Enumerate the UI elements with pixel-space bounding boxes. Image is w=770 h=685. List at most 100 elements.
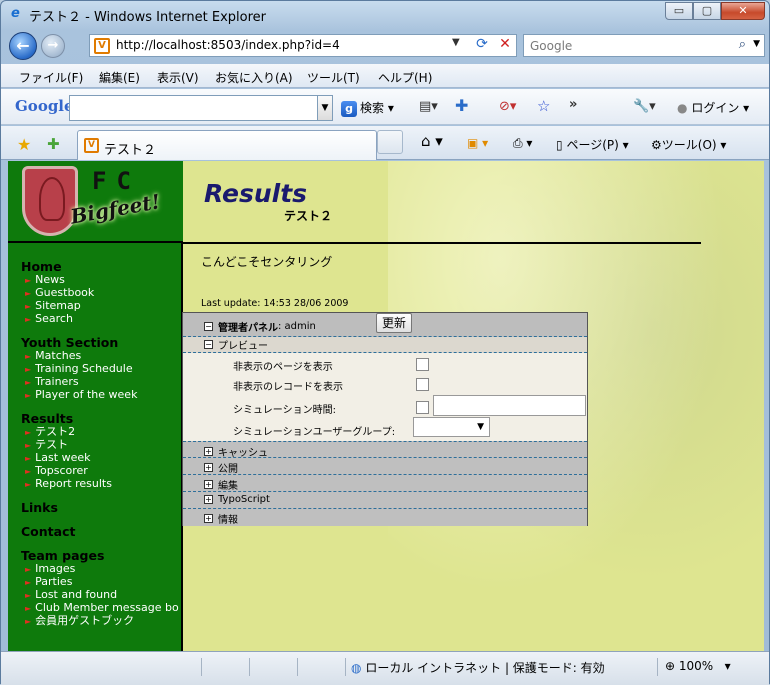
- section-info[interactable]: + 情報: [183, 509, 587, 526]
- admin-panel: − 管理者パネル: admin 更新 − プレビュー 非表示のページを表示 非表示の…: [182, 312, 588, 526]
- google-login[interactable]: ● ログイン ▾: [677, 99, 749, 116]
- nav-item[interactable]: ► Player of the week: [21, 389, 183, 402]
- forward-button[interactable]: →: [41, 34, 65, 58]
- expand-icon[interactable]: +: [204, 463, 213, 472]
- update-button[interactable]: 更新: [376, 313, 412, 333]
- login-circle-icon: ●: [677, 101, 688, 115]
- expand-icon[interactable]: +: [204, 495, 213, 504]
- popup-blocker-icon[interactable]: ⊘▾: [499, 99, 516, 114]
- simulation-time-checkbox[interactable]: [416, 401, 429, 414]
- search-placeholder[interactable]: Google: [530, 39, 572, 53]
- expand-icon[interactable]: +: [204, 480, 213, 489]
- wrench-settings-icon[interactable]: 🔧▾: [633, 99, 656, 114]
- search-box[interactable]: Google ⌕ ▼: [523, 34, 765, 57]
- refresh-icon[interactable]: ⟳: [471, 36, 493, 55]
- add-button-icon[interactable]: ✚: [455, 96, 468, 115]
- nav-item-label: Player of the week: [35, 388, 138, 401]
- nav-item-label: Sitemap: [35, 299, 81, 312]
- section-publish[interactable]: + 公開: [183, 458, 587, 475]
- section-cache[interactable]: + キャッシュ: [183, 441, 587, 459]
- stop-icon[interactable]: ✕: [495, 36, 515, 55]
- title-bar: e テスト２ - Windows Internet Explorer ▭ ▢ ✕: [1, 1, 769, 29]
- menu-favorites[interactable]: お気に入り(A): [215, 69, 293, 86]
- site-favicon-icon: V: [94, 38, 110, 54]
- ie-logo-icon: e: [11, 6, 20, 21]
- window-title: テスト２ - Windows Internet Explorer: [29, 10, 266, 25]
- menu-bar: ファイル(F) 編集(E) 表示(V) お気に入り(A) ツール(T) ヘルプ(…: [1, 64, 769, 88]
- page-menu[interactable]: ▯ ページ(P) ▾: [556, 136, 629, 153]
- address-url[interactable]: http://localhost:8503/index.php?id=4: [116, 38, 340, 52]
- intro-text: こんどこそセンタリング: [201, 255, 333, 269]
- nav-item-label: Lost and found: [35, 588, 118, 601]
- google-search-dropdown[interactable]: ▼: [317, 95, 333, 121]
- arrow-right-icon: ►: [25, 467, 32, 476]
- nav-item-label: Training Schedule: [35, 362, 133, 375]
- close-button[interactable]: ✕: [721, 2, 765, 20]
- search-dropdown-icon[interactable]: ▼: [753, 39, 760, 49]
- nav-item-label: 会員用ゲストブック: [35, 614, 135, 627]
- nav-section-title[interactable]: Contact: [21, 524, 183, 539]
- toolbar-more-chevron[interactable]: »: [569, 97, 577, 112]
- collapse-icon[interactable]: −: [204, 322, 213, 331]
- security-zone[interactable]: ◍ ローカル イントラネット | 保護モード: 有効: [351, 659, 605, 676]
- feeds-icon[interactable]: ▣ ▾: [467, 136, 488, 150]
- search-icon[interactable]: ⌕: [739, 37, 746, 52]
- login-label: ログイン: [691, 101, 740, 115]
- menu-file[interactable]: ファイル(F): [19, 69, 83, 86]
- page-icon: ▯: [556, 138, 563, 152]
- chevron-down-icon: ▼: [477, 422, 484, 432]
- preview-section[interactable]: − プレビュー: [183, 337, 587, 353]
- google-search-input[interactable]: [69, 95, 319, 121]
- simulation-usergroup-select[interactable]: ▼: [413, 417, 490, 437]
- arrow-right-icon: ►: [25, 578, 32, 587]
- news-icon[interactable]: ▤▾: [419, 99, 438, 114]
- favorites-star-icon[interactable]: ★: [17, 135, 31, 154]
- google-search-button[interactable]: g 検索 ▾: [341, 99, 394, 117]
- print-icon[interactable]: ⎙ ▾: [513, 136, 532, 151]
- nav-item-label: Parties: [35, 575, 73, 588]
- nav-item[interactable]: ► Search: [21, 313, 183, 326]
- nav-section-title[interactable]: Results: [21, 411, 183, 426]
- bookmark-star-icon[interactable]: ☆: [537, 97, 550, 115]
- arrow-right-icon: ►: [25, 617, 32, 626]
- show-hidden-records-checkbox[interactable]: [416, 378, 429, 391]
- section-edit[interactable]: + 編集: [183, 475, 587, 492]
- logo-fc: FC: [92, 167, 141, 195]
- zoom-control[interactable]: ⊕ 100% ▾: [665, 659, 731, 673]
- nav-section-title[interactable]: Youth Section: [21, 335, 183, 350]
- nav-item[interactable]: ► Report results: [21, 478, 183, 491]
- minimize-button[interactable]: ▭: [665, 2, 693, 20]
- gear-icon: ⚙: [651, 138, 662, 152]
- status-divider: [657, 658, 658, 676]
- title-divider: [183, 242, 701, 244]
- section-typoscript[interactable]: + TypoScript: [183, 492, 587, 509]
- nav-item[interactable]: ► 会員用ゲストブック: [21, 615, 183, 628]
- show-hidden-pages-checkbox[interactable]: [416, 358, 429, 371]
- new-tab-button[interactable]: [377, 130, 403, 154]
- google-logo: Google: [15, 97, 74, 115]
- address-dropdown-icon[interactable]: ▼: [452, 37, 460, 48]
- expand-icon[interactable]: +: [204, 447, 213, 456]
- nav-item-label: Last week: [35, 451, 91, 464]
- collapse-icon[interactable]: −: [204, 340, 213, 349]
- menu-view[interactable]: 表示(V): [157, 69, 199, 86]
- nav-section-title[interactable]: Team pages: [21, 548, 183, 563]
- tools-menu[interactable]: ⚙ツール(O) ▾: [651, 136, 726, 153]
- maximize-button[interactable]: ▢: [693, 2, 721, 20]
- show-hidden-records-label: 非表示のレコードを表示: [233, 382, 343, 393]
- simulation-time-input[interactable]: [433, 395, 586, 416]
- nav-section-title[interactable]: Links: [21, 500, 183, 515]
- status-divider: [201, 658, 202, 676]
- arrow-right-icon: ►: [25, 454, 32, 463]
- expand-icon[interactable]: +: [204, 514, 213, 523]
- menu-help[interactable]: ヘルプ(H): [378, 69, 432, 86]
- address-bar[interactable]: V http://localhost:8503/index.php?id=4 ▼…: [89, 34, 517, 57]
- nav-section-title[interactable]: Home: [21, 259, 183, 274]
- add-favorites-icon[interactable]: ✚: [47, 135, 60, 153]
- menu-edit[interactable]: 編集(E): [99, 69, 140, 86]
- home-icon[interactable]: ⌂ ▾: [421, 132, 443, 150]
- back-button[interactable]: ←: [9, 32, 37, 60]
- tab-current[interactable]: V テスト２: [77, 130, 377, 160]
- nav-item-label: テスト2: [35, 425, 76, 438]
- menu-tools[interactable]: ツール(T): [307, 69, 360, 86]
